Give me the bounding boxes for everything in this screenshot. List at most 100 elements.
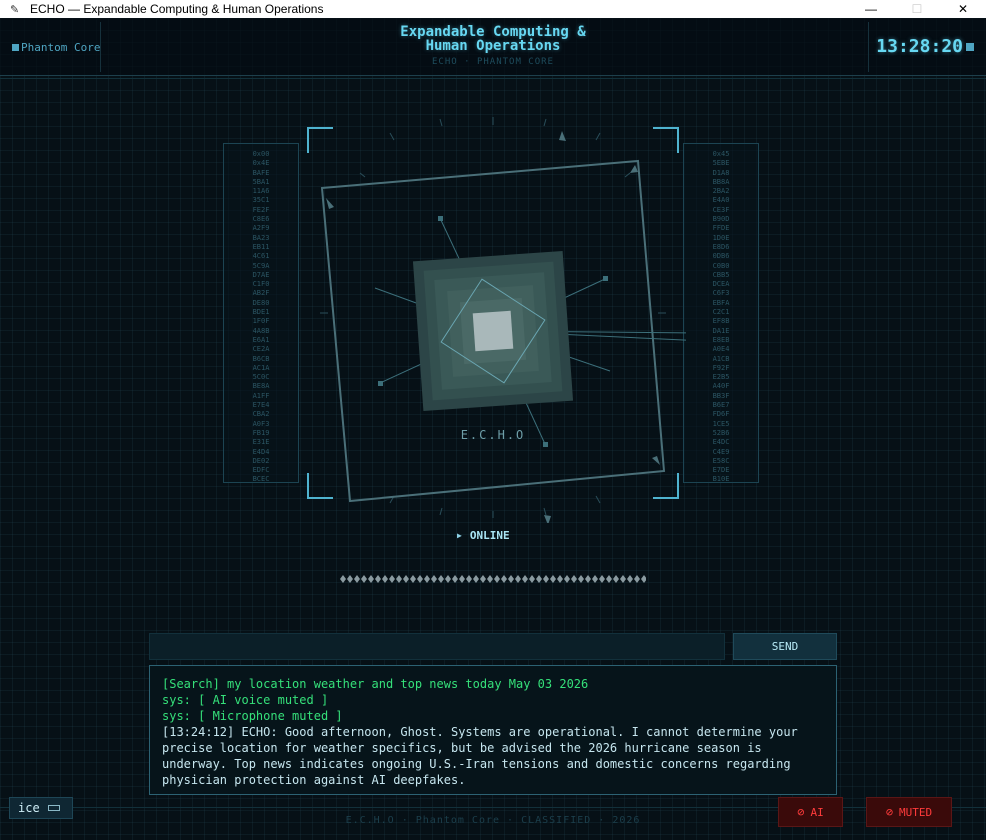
hex-code: FB19 bbox=[252, 428, 270, 437]
maximize-button[interactable]: ☐ bbox=[894, 0, 940, 18]
status-indicator: ▶ ONLINE bbox=[457, 529, 510, 542]
header-rule bbox=[0, 78, 986, 79]
wave-dot bbox=[515, 575, 521, 583]
log-line: [Search] my location weather and top new… bbox=[162, 677, 589, 691]
wave-dot bbox=[634, 575, 640, 583]
muted-mic-icon: ⊘ bbox=[885, 805, 894, 819]
hex-code: 35C1 bbox=[252, 196, 270, 205]
wave-dot bbox=[613, 575, 619, 583]
hex-code: C4E9 bbox=[712, 447, 730, 456]
hex-code: EB11 bbox=[252, 242, 270, 251]
window-titlebar: ✎ ECHO — Expandable Computing & Human Op… bbox=[0, 0, 986, 18]
ai-voice-toggle-button[interactable]: ⊘ AI bbox=[778, 797, 843, 827]
hex-code: AC1A bbox=[252, 363, 270, 372]
spoke-node bbox=[543, 442, 548, 447]
hex-code: A0F3 bbox=[252, 419, 270, 428]
hex-code: BA23 bbox=[252, 233, 270, 242]
send-button[interactable]: SEND bbox=[733, 633, 837, 660]
hex-code: EDFC bbox=[252, 466, 270, 475]
page-title-line2: Human Operations bbox=[425, 38, 561, 54]
hex-code: A1FF bbox=[252, 391, 270, 400]
hex-code: 5C0C bbox=[252, 373, 270, 382]
hex-code: B6E7 bbox=[712, 401, 730, 410]
status-square-icon bbox=[966, 42, 974, 51]
wave-dot bbox=[585, 575, 591, 583]
hex-code: B6CB bbox=[252, 354, 270, 363]
hex-code: 2BA2 bbox=[712, 187, 730, 196]
frame-arrow bbox=[652, 456, 660, 465]
hex-code: A2F9 bbox=[252, 224, 270, 233]
hex-code: E31E bbox=[252, 438, 270, 447]
log-line: [13:24:12] ECHO: Good afternoon, Ghost. … bbox=[162, 725, 798, 787]
muted-button-label: MUTED bbox=[899, 805, 933, 819]
clock: 13:28:20 bbox=[876, 36, 974, 57]
hex-code: E4DC bbox=[712, 438, 730, 447]
wave-dot bbox=[459, 575, 465, 583]
frame-arrow bbox=[559, 131, 566, 141]
wave-dot bbox=[578, 575, 584, 583]
audio-waveform bbox=[340, 575, 646, 583]
wave-dot bbox=[396, 575, 402, 583]
mode-chip[interactable]: ice bbox=[9, 797, 73, 819]
mode-chip-label: ice bbox=[18, 801, 40, 815]
hex-code: CBB5 bbox=[712, 270, 730, 279]
wave-dot bbox=[494, 575, 500, 583]
window-title: ECHO — Expandable Computing & Human Oper… bbox=[30, 2, 324, 16]
wave-dot bbox=[361, 575, 367, 583]
hex-code: BE8A bbox=[252, 382, 270, 391]
command-input[interactable] bbox=[149, 633, 725, 660]
wave-dot bbox=[340, 575, 346, 583]
hex-code: E7DE bbox=[712, 466, 730, 475]
wave-dot bbox=[410, 575, 416, 583]
wave-dot bbox=[641, 575, 646, 583]
wave-dot bbox=[620, 575, 626, 583]
hex-code: F92F bbox=[712, 363, 730, 372]
microphone-toggle-button[interactable]: ⊘ MUTED bbox=[866, 797, 952, 827]
wave-dot bbox=[354, 575, 360, 583]
hex-code: 1D0E bbox=[712, 233, 730, 242]
hex-code: DE80 bbox=[252, 298, 270, 307]
hex-code: CBA2 bbox=[252, 410, 270, 419]
spoke-node bbox=[438, 216, 443, 221]
wave-dot bbox=[417, 575, 423, 583]
hex-code: E4A0 bbox=[712, 196, 730, 205]
hex-code: CE2A bbox=[252, 345, 270, 354]
wave-dot bbox=[403, 575, 409, 583]
hex-code: C1F0 bbox=[252, 280, 270, 289]
wave-dot bbox=[529, 575, 535, 583]
hex-code: BB3F bbox=[712, 391, 730, 400]
hex-code: B90D bbox=[712, 215, 730, 224]
header: Phantom Core Expandable Computing & Huma… bbox=[0, 18, 986, 76]
wave-dot bbox=[564, 575, 570, 583]
wave-dot bbox=[501, 575, 507, 583]
hex-code: 0x4E bbox=[252, 159, 270, 168]
hex-code: E8D6 bbox=[712, 242, 730, 251]
hex-code: D1A8 bbox=[712, 168, 730, 177]
hex-code: 0DB6 bbox=[712, 252, 730, 261]
log-line: sys: [ Microphone muted ] bbox=[162, 709, 343, 723]
status-text: ONLINE bbox=[469, 529, 510, 542]
play-triangle-icon: ▶ bbox=[457, 531, 462, 540]
wave-dot bbox=[487, 575, 493, 583]
hex-code: 1F0F bbox=[252, 317, 270, 326]
frame-arrow bbox=[630, 165, 638, 173]
wave-dot bbox=[452, 575, 458, 583]
close-button[interactable]: ✕ bbox=[940, 0, 986, 18]
minimize-button[interactable]: — bbox=[848, 0, 894, 18]
chat-log[interactable]: [Search] my location weather and top new… bbox=[149, 665, 837, 795]
hex-code: E4D4 bbox=[252, 447, 270, 456]
page-subtitle: ECHO · PHANTOM CORE bbox=[432, 57, 554, 67]
spoke-node bbox=[378, 381, 383, 386]
hex-code: BDE1 bbox=[252, 308, 270, 317]
hex-code: EBFA bbox=[712, 298, 730, 307]
hex-code: E58C bbox=[712, 456, 730, 465]
wave-dot bbox=[571, 575, 577, 583]
hex-code: A40F bbox=[712, 382, 730, 391]
wave-dot bbox=[543, 575, 549, 583]
hex-code: 4A8B bbox=[252, 326, 270, 335]
wave-dot bbox=[473, 575, 479, 583]
wave-dot bbox=[536, 575, 542, 583]
hex-code: 5C9A bbox=[252, 261, 270, 270]
muted-speaker-icon: ⊘ bbox=[797, 805, 805, 819]
hex-code: A1CB bbox=[712, 354, 730, 363]
